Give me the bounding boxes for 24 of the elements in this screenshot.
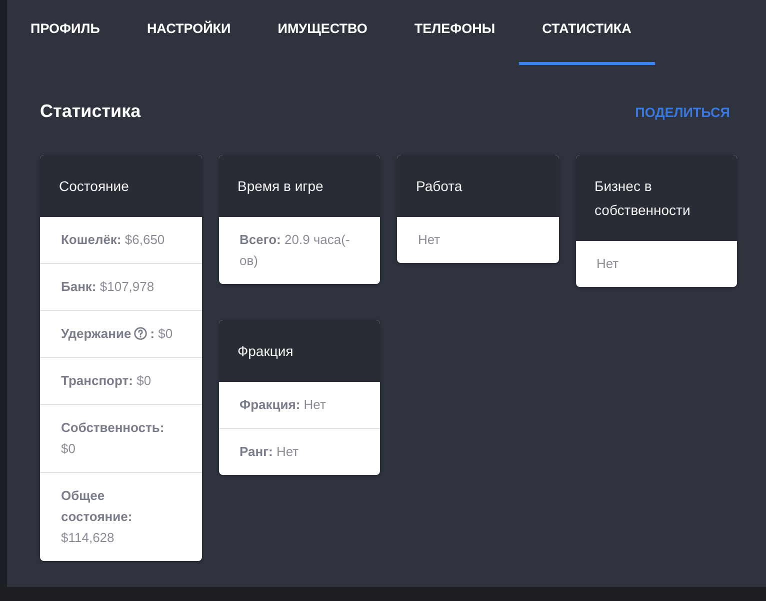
section-title: Статистика: [40, 100, 141, 122]
tab[interactable]: ТЕЛЕФОНЫ: [390, 0, 519, 65]
card-header: Время в игре: [218, 155, 380, 217]
stat-text: Транспорт: $0: [61, 373, 152, 388]
card-header: Фракция: [218, 320, 380, 382]
stat-text: Общее состояние: $114,628: [61, 488, 132, 545]
stat-text: Всего: 20.9 часа(-ов): [240, 232, 350, 268]
tab[interactable]: СТАТИСТИКА: [518, 0, 655, 65]
stat-text: Кошелёк: $6,650: [61, 232, 165, 247]
tab[interactable]: ИМУЩЕСТВО: [254, 0, 391, 65]
stat-text: Ранг: Нет: [240, 444, 299, 459]
stat-value: : $0: [150, 326, 173, 341]
stat-text: Нет: [596, 256, 619, 271]
stat-label: Удержание: [61, 326, 132, 341]
stat-text: Фракция: Нет: [240, 397, 326, 412]
stat-text: Нет: [418, 232, 440, 247]
card-header: Состояние: [40, 155, 202, 217]
tab[interactable]: НАСТРОЙКИ: [123, 0, 254, 65]
tab[interactable]: ПРОФИЛЬ: [7, 0, 124, 65]
stat-text: Банк: $107,978: [61, 279, 154, 294]
card-header: Бизнес в собственности: [576, 155, 737, 241]
help-icon[interactable]: [134, 327, 148, 340]
card-header: Работа: [397, 155, 558, 217]
stat-text: Собственность: $0: [61, 420, 164, 456]
